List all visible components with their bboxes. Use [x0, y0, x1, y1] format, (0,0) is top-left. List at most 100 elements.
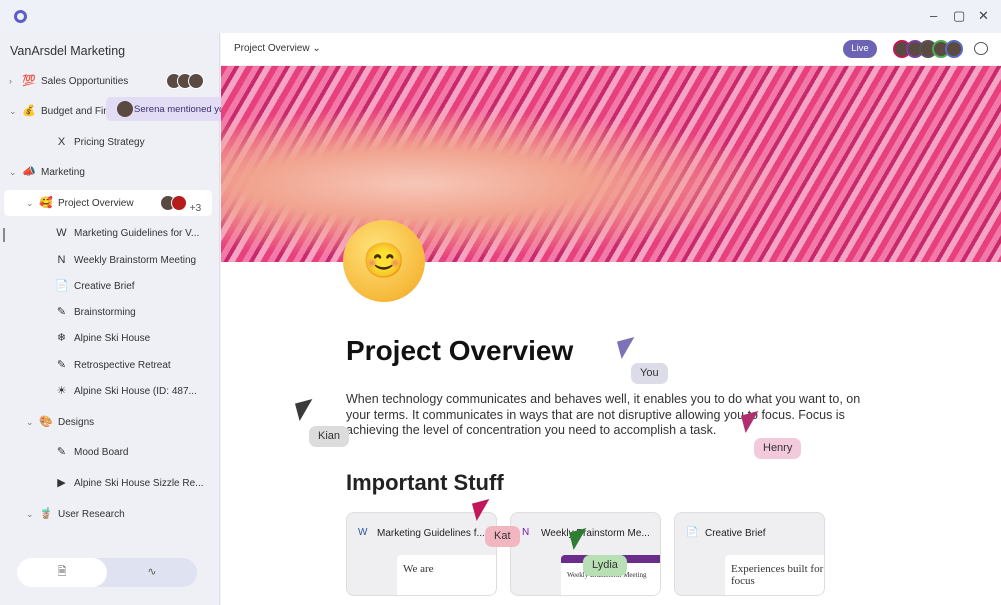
sidebar-item-label: Marketing Guidelines for V...	[74, 227, 200, 239]
page-icon: 📄	[686, 527, 699, 538]
page-icon: N	[57, 253, 66, 266]
chevron-down-icon[interactable]: ⌄	[26, 509, 34, 520]
page-icon: W	[56, 226, 67, 239]
sidebar-item[interactable]: › 💯 Sales Opportunities	[0, 68, 212, 94]
page-icon: 📣	[22, 165, 36, 178]
sidebar-item[interactable]: ✎ Retrospective Retreat	[0, 352, 212, 378]
page-icon: N	[522, 527, 530, 538]
page-icon: W	[358, 527, 368, 538]
chevron-right-icon[interactable]: ›	[9, 76, 12, 86]
avatar	[171, 195, 187, 211]
sidebar-item[interactable]: ☀ Alpine Ski House (ID: 487...	[0, 378, 212, 404]
mention-text: Serena mentioned you	[134, 103, 230, 115]
live-badge[interactable]: Live	[843, 40, 877, 58]
avatar	[188, 73, 204, 89]
sidebar-item-label: Brainstorming	[74, 306, 136, 318]
cursor-arrow-icon	[294, 398, 318, 422]
sidebar-item-label: Budget and Fin	[41, 105, 109, 117]
page-icon: ❄	[56, 331, 67, 344]
sidebar-item[interactable]: 📄 Creative Brief	[0, 273, 212, 299]
page-header: Project Overview ⌄ Live	[221, 33, 1001, 66]
sidebar-item-label: Alpine Ski House Sizzle Re...	[74, 477, 204, 489]
page-icon: ▶	[57, 476, 66, 489]
section-heading: Important Stuff	[346, 470, 504, 495]
sidebar-item[interactable]: ⌄ 🎨 Designs	[0, 409, 212, 435]
sidebar-item[interactable]: N Weekly Brainstorm Meeting	[0, 247, 212, 273]
pages-view-button[interactable]: 🗎	[17, 558, 107, 587]
page-body: When technology communicates and behaves…	[346, 392, 861, 437]
sidebar-item-label: Pricing Strategy	[74, 136, 145, 148]
sidebar-item-label: Weekly Brainstorm Meeting	[74, 254, 197, 266]
page-icon: 🧋	[39, 507, 53, 520]
page-icon: ☀	[56, 384, 67, 397]
cursor-name-tag: Lydia	[583, 555, 627, 576]
sidebar-item[interactable]: ❄ Alpine Ski House	[0, 325, 212, 351]
cursor-name-tag: You	[631, 363, 668, 384]
page-icon: 💯	[22, 74, 36, 87]
smiling-face-with-hearts-icon: 😊	[343, 220, 425, 302]
page-icon: 🎨	[39, 415, 53, 428]
chevron-down-icon[interactable]: ⌄	[26, 198, 34, 209]
main-content: Project Overview ⌄ Live 😊 Project Overvi…	[221, 33, 1001, 605]
page-icon: ✎	[56, 445, 67, 458]
page-icon: X	[57, 135, 66, 148]
collaborator-avatars	[166, 73, 204, 92]
comments-icon[interactable]	[974, 42, 988, 55]
sidebar-item-label: Sales Opportunities	[41, 75, 129, 87]
sidebar: VanArsdel Marketing › 💯 Sales Opportunitie…	[0, 33, 242, 605]
sidebar-item-label: Mood Board	[74, 446, 129, 458]
chevron-down-icon[interactable]: ⌄	[9, 167, 17, 178]
cursor-name-tag: Kat	[485, 526, 520, 547]
sidebar-item[interactable]: ✎ Mood Board	[0, 439, 212, 465]
sidebar-item[interactable]: W Marketing Guidelines for V...	[0, 220, 212, 246]
sidebar-item-label: Marketing	[41, 166, 85, 178]
more-count: +3	[189, 203, 202, 214]
page-title: Project Overview	[346, 335, 574, 366]
sidebar-item-label: Retrospective Retreat	[74, 359, 171, 371]
collaborator-avatars: +3	[160, 195, 201, 214]
sidebar-item-label: Project Overview	[58, 197, 134, 209]
linked-page-card[interactable]: 📄 Creative Brief Experiences built for foc…	[674, 512, 825, 596]
sidebar-item-label: Creative Brief	[74, 280, 135, 292]
page-icon: 💰	[22, 104, 36, 117]
sidebar-item[interactable]: X Pricing Strategy	[0, 129, 212, 155]
card-title: Weekly Brainstorm Me...	[541, 528, 650, 539]
sidebar-item[interactable]: ✎ Brainstorming	[0, 299, 212, 325]
card-title: Marketing Guidelines f...	[377, 528, 485, 539]
cursor-name-tag: Kian	[309, 426, 350, 447]
sidebar-item-label: Designs	[58, 416, 95, 428]
sidebar-item[interactable]: ▶ Alpine Ski House Sizzle Re...	[0, 470, 212, 496]
avatar	[117, 101, 133, 117]
maximize-button[interactable]: ▢	[953, 8, 965, 24]
sidebar-item-label: Alpine Ski House	[74, 332, 151, 344]
view-toggle: 🗎 ∿	[17, 558, 197, 587]
avatar	[945, 40, 963, 58]
card-preview: We are	[397, 555, 496, 595]
close-button[interactable]: ✕	[978, 8, 989, 24]
minimize-button[interactable]: –	[930, 8, 937, 23]
collaborator-avatars[interactable]	[893, 40, 963, 63]
sidebar-item[interactable]: ⌄ 🥰 Project Overview +3	[4, 190, 212, 216]
page-icon: ✎	[56, 358, 67, 371]
sidebar-item-label: User Research	[58, 508, 125, 520]
breadcrumb[interactable]: Project Overview ⌄	[234, 43, 321, 54]
cursor-name-tag: Henry	[754, 438, 802, 459]
sidebar-item-label: Alpine Ski House (ID: 487...	[74, 385, 197, 397]
card-preview: Experiences built for focus	[725, 555, 824, 595]
sidebar-item[interactable]: ⌄ 🧋 User Research	[0, 501, 212, 527]
linked-page-card[interactable]: NWeekly Brainstorm Me...Weekly Brainstor…	[510, 512, 661, 596]
page-icon: 📄	[55, 279, 69, 292]
page-icon: 🥰	[39, 196, 53, 209]
page-icon: ✎	[56, 305, 67, 318]
workspace-title: VanArsdel Marketing	[10, 44, 126, 58]
app-icon	[14, 10, 27, 23]
activity-view-button[interactable]: ∿	[107, 558, 197, 587]
cursor-arrow-icon	[616, 336, 640, 360]
chevron-down-icon[interactable]: ⌄	[26, 417, 34, 428]
title-bar: – ▢ ✕	[0, 0, 1001, 33]
cover-image	[221, 66, 1001, 262]
card-title: Creative Brief	[705, 528, 766, 539]
linked-page-card[interactable]: W Marketing Guidelines f... We are	[346, 512, 497, 596]
sidebar-item[interactable]: ⌄ 📣 Marketing	[0, 159, 212, 185]
chevron-down-icon[interactable]: ⌄	[9, 106, 17, 117]
